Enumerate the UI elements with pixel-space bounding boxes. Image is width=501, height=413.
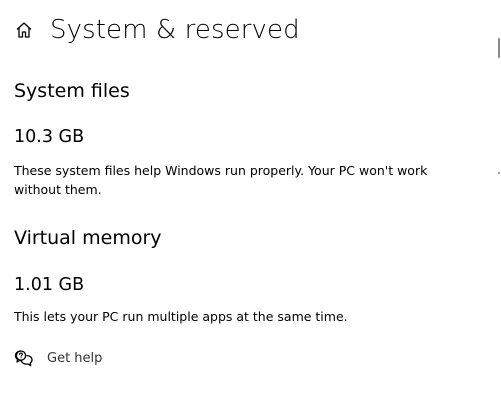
scrollbar-tick	[498, 172, 500, 174]
chat-help-icon	[14, 349, 34, 367]
scrollbar[interactable]	[497, 38, 501, 413]
virtual-memory-heading: Virtual memory	[14, 227, 162, 249]
home-icon[interactable]	[14, 20, 34, 40]
system-files-description: These system files help Windows run prop…	[14, 163, 428, 197]
scrollbar-thumb[interactable]	[498, 38, 500, 58]
page-title: System & reserved	[50, 15, 300, 45]
system-files-heading: System files	[14, 80, 130, 102]
settings-page: System & reserved System files 10.3 GB T…	[0, 0, 501, 413]
get-help-label: Get help	[47, 350, 103, 366]
virtual-memory-size: 1.01 GB	[14, 275, 85, 295]
virtual-memory-description: This lets your PC run multiple apps at t…	[14, 309, 348, 324]
page-header: System & reserved	[14, 12, 300, 48]
get-help-link[interactable]: Get help	[14, 348, 102, 368]
system-files-size: 10.3 GB	[14, 127, 85, 147]
